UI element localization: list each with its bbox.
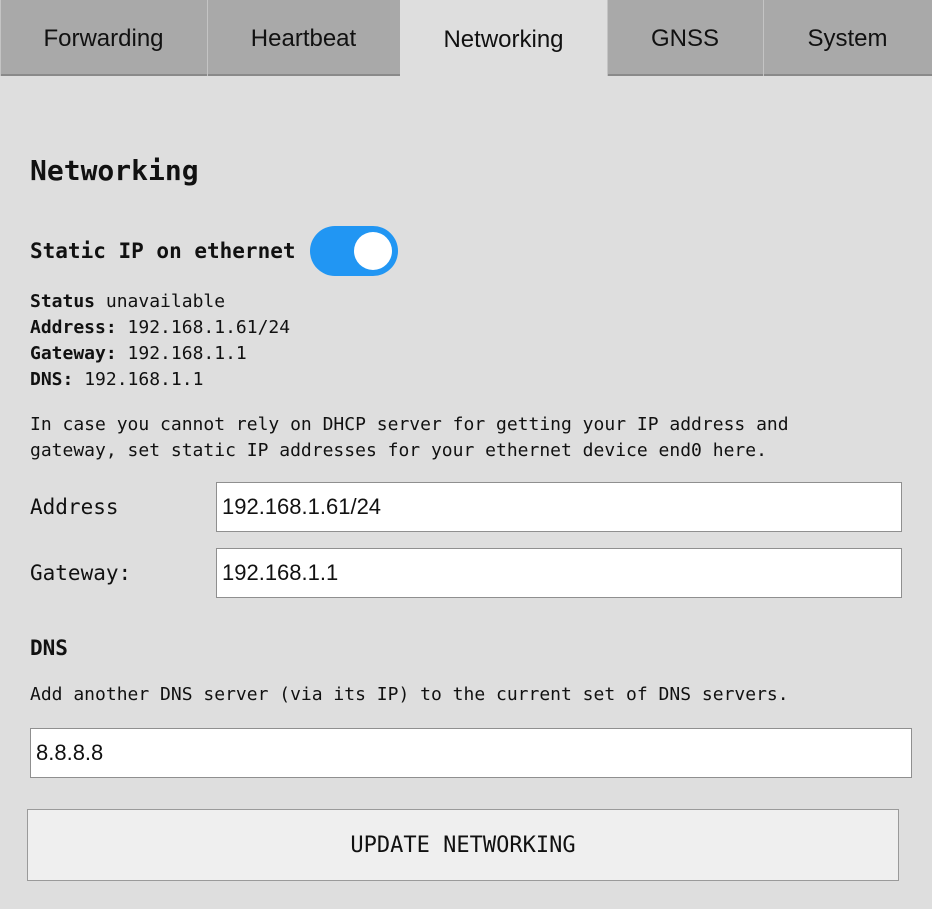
tab-gnss-label: GNSS [650, 25, 719, 52]
dns-line: DNS: 192.168.1.1 [30, 367, 290, 393]
gateway-value: 192.168.1.1 [127, 343, 247, 364]
gateway-input[interactable]: 192.168.1.1 [216, 548, 902, 598]
address-field-label: Address [30, 495, 119, 519]
dns-key: DNS: [30, 369, 74, 390]
gateway-field-label: Gateway: [30, 561, 132, 585]
tab-forwarding[interactable]: Forwarding [0, 0, 207, 76]
static-ip-row: Static IP on ethernet [30, 226, 398, 276]
address-input[interactable]: 192.168.1.61/24 [216, 482, 902, 532]
address-value: 192.168.1.61/24 [127, 317, 291, 338]
static-ip-label: Static IP on ethernet [30, 239, 296, 263]
dns-description: Add another DNS server (via its IP) to t… [30, 684, 789, 705]
status-key: Status [30, 291, 96, 312]
update-networking-label: UPDATE NETWORKING [350, 832, 576, 858]
static-ip-description: In case you cannot rely on DHCP server f… [30, 414, 789, 461]
page-title: Networking [30, 154, 199, 187]
toggle-knob [353, 232, 392, 270]
address-line: Address: 192.168.1.61/24 [30, 315, 290, 341]
tab-networking[interactable]: Networking [400, 0, 607, 78]
address-key: Address: [30, 317, 117, 338]
tab-forwarding-label: Forwarding [43, 25, 164, 52]
status-value: unavailable [105, 291, 226, 312]
dns-input[interactable]: 8.8.8.8 [30, 728, 912, 778]
tab-heartbeat-label: Heartbeat [250, 25, 357, 52]
tab-bar: Forwarding Heartbeat Networking GNSS Sys… [0, 0, 932, 78]
dns-value: 192.168.1.1 [84, 369, 204, 390]
status-line: Status unavailable [30, 289, 290, 315]
tab-heartbeat[interactable]: Heartbeat [207, 0, 400, 76]
gateway-line: Gateway: 192.168.1.1 [30, 341, 290, 367]
tab-system-label: System [807, 25, 888, 52]
update-networking-button[interactable]: UPDATE NETWORKING [27, 809, 899, 881]
tab-networking-label: Networking [443, 26, 564, 53]
dns-title: DNS [30, 636, 68, 660]
tab-gnss[interactable]: GNSS [607, 0, 763, 76]
gateway-key: Gateway: [30, 343, 117, 364]
network-status-info: Status unavailable Address: 192.168.1.61… [30, 289, 290, 393]
tab-system[interactable]: System [763, 0, 932, 76]
static-ip-toggle[interactable] [309, 226, 398, 276]
